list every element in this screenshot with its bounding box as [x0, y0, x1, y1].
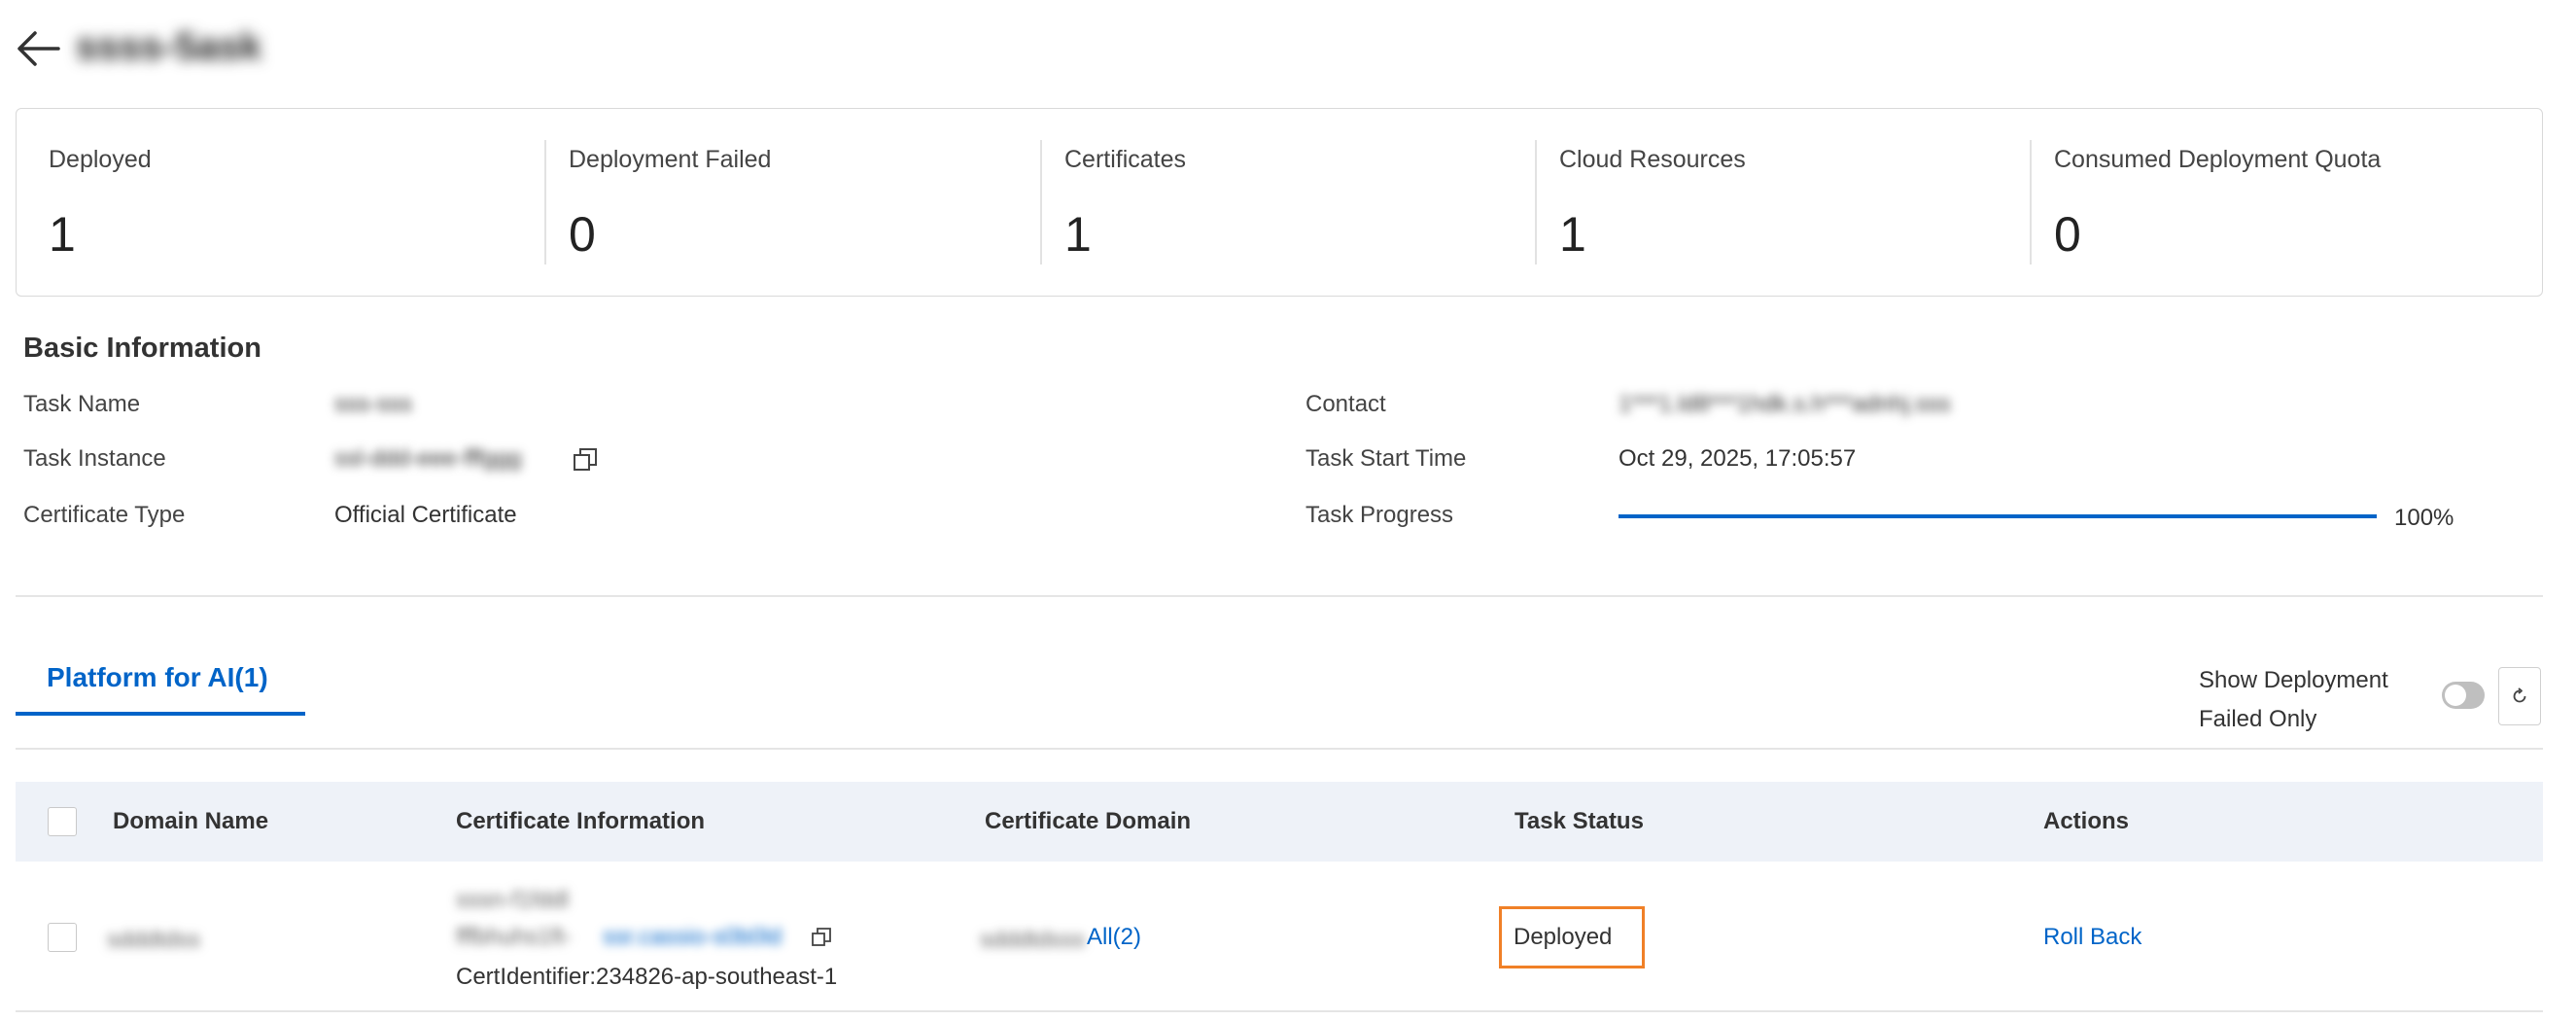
stat-label: Deployed [49, 146, 152, 173]
contact-label: Contact [1305, 391, 1386, 417]
certificate-type-label: Certificate Type [23, 502, 186, 528]
stat-value: 1 [1559, 207, 1586, 262]
certificate-type-value: Official Certificate [334, 502, 517, 528]
section-title-basic-info: Basic Information [23, 333, 261, 364]
progress-fill [1619, 514, 2377, 518]
cert-id-link[interactable]: ssr.cassio-s0b0ld [603, 924, 782, 951]
column-header-certificate-domain[interactable]: Certificate Domain [985, 808, 1191, 835]
cert-id-prefix: fffbhuhs1ft- [456, 924, 573, 950]
stat-value: 0 [569, 207, 596, 262]
cert-identifier: CertIdentifier:234826-ap-southeast-1 [456, 964, 838, 990]
task-progress-label: Task Progress [1305, 502, 1454, 528]
contact-value: 1***1.ld8***1hdk.s.h***adnhj.sss [1619, 391, 1951, 417]
stat-label: Certificates [1064, 146, 1187, 173]
task-name-label: Task Name [23, 391, 141, 417]
roll-back-link[interactable]: Roll Back [2043, 924, 2141, 951]
stat-divider [2030, 140, 2032, 264]
row-divider [16, 1010, 2543, 1012]
back-arrow-icon[interactable] [14, 21, 68, 76]
task-instance-label: Task Instance [23, 445, 166, 472]
column-header-actions[interactable]: Actions [2043, 808, 2129, 835]
cert-domain-all-link[interactable]: All(2) [1087, 924, 1141, 951]
row-checkbox[interactable] [48, 923, 77, 952]
tab-active-indicator [16, 712, 305, 716]
stat-label: Consumed Deployment Quota [2054, 146, 2382, 173]
show-failed-only-label: Show Deployment Failed Only [2199, 667, 2388, 732]
stat-divider [544, 140, 546, 264]
stat-value: 1 [49, 207, 76, 262]
stat-label: Deployment Failed [569, 146, 772, 173]
stat-value: 0 [2054, 207, 2081, 262]
status-badge: Deployed [1514, 924, 1613, 950]
tab-platform-for-ai[interactable]: Platform for AI(1) [47, 662, 268, 693]
toggle-knob [2445, 685, 2466, 706]
task-instance-value: ssl-ddd-eee-fffggg [334, 445, 522, 472]
task-start-time-value: Oct 29, 2025, 17:05:57 [1619, 445, 1857, 472]
page-title: ssss-5ask [76, 25, 262, 68]
select-all-checkbox[interactable] [48, 807, 77, 836]
refresh-icon [2513, 687, 2526, 703]
column-header-task-status[interactable]: Task Status [1514, 808, 1644, 835]
copy-icon[interactable] [572, 446, 599, 474]
task-progress-value: 100% [2394, 505, 2454, 531]
column-header-domain-name[interactable]: Domain Name [113, 808, 268, 835]
stat-divider [1040, 140, 1042, 264]
refresh-button[interactable] [2498, 667, 2541, 725]
column-header-certificate-information[interactable]: Certificate Information [456, 808, 705, 835]
stats-card [16, 108, 2543, 297]
stat-divider [1535, 140, 1537, 264]
section-divider [16, 595, 2543, 597]
task-name-value: sss-sss [334, 391, 412, 417]
stat-value: 1 [1064, 207, 1092, 262]
cert-name: sssn-f1fddl [456, 887, 570, 913]
show-failed-only-toggle[interactable] [2442, 682, 2485, 709]
table-header [16, 782, 2543, 862]
stat-label: Cloud Resources [1559, 146, 1746, 173]
cert-domain-value: sdddtdsss [980, 927, 1086, 953]
copy-icon[interactable] [811, 927, 832, 948]
tabs-divider [16, 748, 2543, 750]
task-start-time-label: Task Start Time [1305, 445, 1467, 472]
domain-name-cell: sdddtdss [107, 927, 201, 953]
